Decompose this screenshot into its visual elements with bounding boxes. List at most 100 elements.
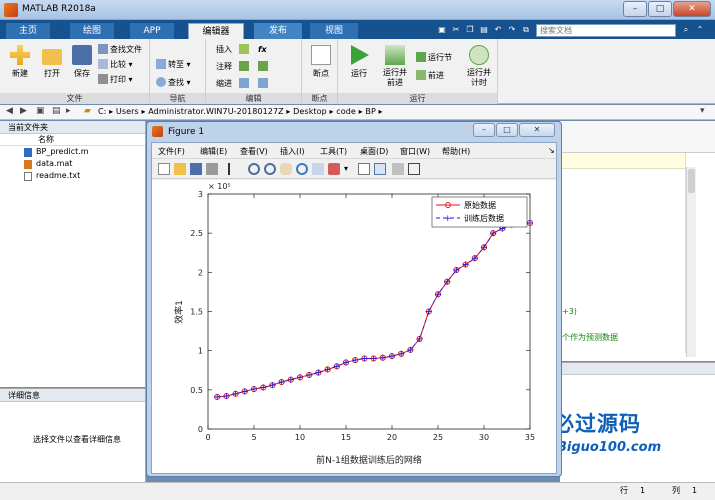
maximize-button[interactable]: □ <box>648 1 672 17</box>
menu-edit[interactable]: 编辑(E) <box>200 146 227 157</box>
path-dropdown-icon[interactable]: ▾ <box>700 106 705 116</box>
menu-window[interactable]: 窗口(W) <box>400 146 430 157</box>
code-line[interactable]: +3) <box>562 307 577 316</box>
breadcrumb-segment[interactable]: C: <box>98 107 106 116</box>
data-cursor-icon[interactable] <box>312 163 324 175</box>
line-plot[interactable]: 0 0.5 1 1.5 2 2.5 3 0 5 10 15 20 25 30 35 × 10⁵ 原始数据 … <box>152 180 556 473</box>
print-button[interactable]: 打印 ▾ <box>98 74 133 86</box>
figure-canvas: 0 0.5 1 1.5 2 2.5 3 0 5 10 15 20 25 30 35 × 10⁵ 原始数据 … <box>152 180 556 473</box>
menu-insert[interactable]: 插入(I) <box>280 146 305 157</box>
goto-button[interactable]: 转至 ▾ <box>156 59 191 71</box>
pan-hand-icon[interactable] <box>280 163 292 175</box>
file-name: BP_predict.m <box>36 147 89 156</box>
breadcrumb-segment[interactable]: Users <box>116 107 139 116</box>
zoom-in-icon[interactable] <box>248 163 260 175</box>
print-figure-icon[interactable] <box>206 163 218 175</box>
run-and-time-button[interactable]: 运行并计时 <box>462 45 496 88</box>
name-column-header[interactable]: 名称 <box>0 134 145 146</box>
figure-maximize-button[interactable]: □ <box>496 123 518 137</box>
brush-dropdown-icon[interactable]: ▾ <box>344 163 356 175</box>
run-and-advance-button[interactable]: 运行并前进 <box>378 45 412 88</box>
scrollbar-thumb[interactable] <box>688 169 695 193</box>
figure-close-button[interactable]: ✕ <box>519 123 555 137</box>
find-button[interactable]: 查找 ▾ <box>156 77 191 89</box>
breakpoint-button[interactable]: 断点 <box>307 45 335 79</box>
link-plot-icon[interactable] <box>358 163 370 175</box>
breadcrumb-segment[interactable]: Administrator.WIN7U-20180127Z <box>148 107 284 116</box>
legend-icon[interactable] <box>392 163 404 175</box>
redo-icon[interactable]: ↷ <box>506 24 518 36</box>
run-button[interactable]: 运行 <box>344 45 374 79</box>
new-figure-icon[interactable] <box>158 163 170 175</box>
comment-button[interactable]: 注释 <box>216 61 232 73</box>
legend[interactable]: 原始数据 + 训练后数据 <box>431 196 528 228</box>
zoom-out-icon[interactable] <box>264 163 276 175</box>
y-tick-label: 1 <box>198 347 203 356</box>
compare-button[interactable]: 比较 ▾ <box>98 59 133 71</box>
list-item[interactable]: readme.txt <box>0 170 145 182</box>
comment-percent-icon[interactable] <box>239 61 251 73</box>
browse-folder-icon[interactable]: ▤ <box>52 106 61 116</box>
uncomment-icon[interactable] <box>258 61 270 73</box>
editor-scrollbar[interactable] <box>686 167 696 357</box>
switch-windows-icon[interactable]: ⧉ <box>520 24 532 36</box>
tab-editor[interactable]: 编辑器 <box>188 23 244 39</box>
hide-plot-tools-icon[interactable] <box>408 163 420 175</box>
copy-icon[interactable]: ❐ <box>464 24 476 36</box>
advance-button[interactable]: 前进 <box>416 70 444 82</box>
breadcrumb-segment[interactable]: BP <box>365 107 376 116</box>
forward-arrow-icon[interactable]: ▶ <box>20 106 27 116</box>
list-item[interactable]: data.mat <box>0 158 145 170</box>
fx-button[interactable]: fx <box>258 44 267 56</box>
brush-icon[interactable] <box>328 163 340 175</box>
edit-plot-pointer-icon[interactable] <box>228 163 230 175</box>
tab-apps[interactable]: APP <box>130 23 174 39</box>
menu-help[interactable]: 帮助(H) <box>442 146 470 157</box>
colorbar-icon[interactable] <box>374 163 386 175</box>
menu-view[interactable]: 查看(V) <box>240 146 268 157</box>
edit-group: 插入 注释 缩进 fx 编辑 <box>206 39 302 104</box>
tab-view[interactable]: 视图 <box>310 23 358 39</box>
help-icon[interactable]: ⌃ <box>694 24 706 36</box>
m-file-icon <box>24 148 32 157</box>
new-button[interactable]: 新建 <box>6 45 34 79</box>
comment-label: 注释 <box>216 62 232 71</box>
list-item[interactable]: BP_predict.m <box>0 146 145 158</box>
paste-icon[interactable]: ▤ <box>478 24 490 36</box>
back-arrow-icon[interactable]: ◀ <box>6 106 13 116</box>
close-button[interactable]: ✕ <box>673 1 711 17</box>
search-documentation-input[interactable]: 搜索文档 <box>536 24 676 37</box>
menu-file[interactable]: 文件(F) <box>158 146 185 157</box>
menu-overflow-icon[interactable]: ↘ <box>548 146 555 155</box>
open-button[interactable]: 打开 <box>38 45 66 79</box>
save-icon[interactable]: ▣ <box>436 24 448 36</box>
menu-tools[interactable]: 工具(T) <box>320 146 347 157</box>
tab-home[interactable]: 主页 <box>6 23 50 39</box>
rotate-3d-icon[interactable] <box>296 163 308 175</box>
menu-desktop[interactable]: 桌面(D) <box>360 146 388 157</box>
indent-button[interactable]: 缩进 <box>216 78 232 90</box>
undo-icon[interactable]: ↶ <box>492 24 504 36</box>
insert-button[interactable]: 插入 <box>216 44 232 56</box>
breadcrumb-segment[interactable]: code <box>336 107 356 116</box>
open-file-icon[interactable] <box>174 163 186 175</box>
figure-title-bar[interactable]: Figure 1 – □ ✕ <box>147 122 561 141</box>
find-files-button[interactable]: 查找文件 <box>98 44 142 56</box>
tab-publish[interactable]: 发布 <box>254 23 302 39</box>
breadcrumb-segment[interactable]: Desktop <box>293 107 327 116</box>
insert-section-icon[interactable] <box>239 44 251 56</box>
search-icon[interactable]: ⌕ <box>680 24 692 36</box>
run-section-button[interactable]: 运行节 <box>416 52 452 64</box>
breadcrumb: C: ▸ Users ▸ Administrator.WIN7U-2018012… <box>98 107 383 116</box>
indent-right-icon[interactable] <box>258 78 270 90</box>
run-section-label: 运行节 <box>428 53 452 62</box>
tab-plots[interactable]: 绘图 <box>70 23 114 39</box>
cut-icon[interactable]: ✂ <box>450 24 462 36</box>
code-comment[interactable]: 个作为预测数据 <box>562 332 618 343</box>
figure-minimize-button[interactable]: – <box>473 123 495 137</box>
save-button[interactable]: 保存 <box>68 45 96 79</box>
up-folder-icon[interactable]: ▣ <box>36 106 45 116</box>
minimize-button[interactable]: – <box>623 1 647 17</box>
smart-indent-icon[interactable] <box>239 78 251 90</box>
save-figure-icon[interactable] <box>190 163 202 175</box>
